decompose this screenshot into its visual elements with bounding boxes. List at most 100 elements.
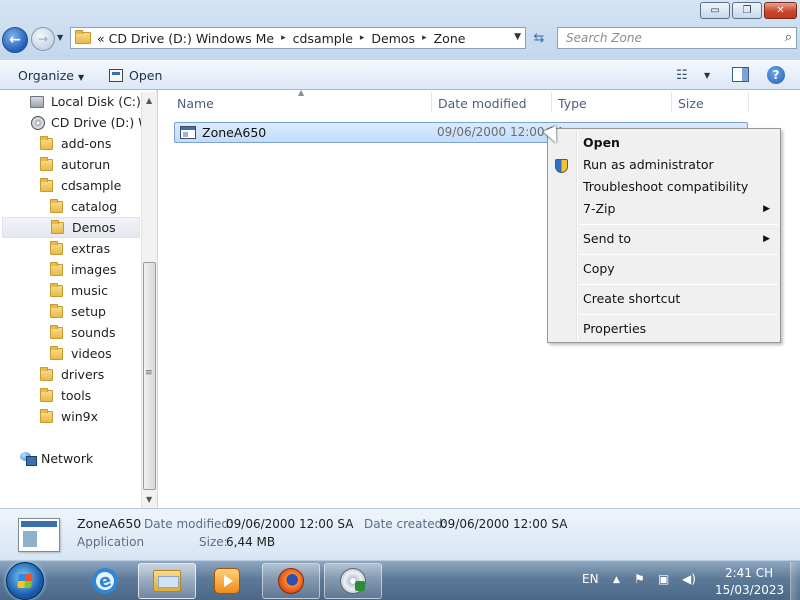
windows-explorer-icon [153,570,181,592]
nav-local-disk[interactable]: Local Disk (C:) [30,91,141,112]
cd-drive-icon [31,115,45,130]
volume-icon[interactable]: ◀) [682,572,696,586]
refresh-icon: ⇆ [533,30,545,46]
hard-disk-icon [30,95,44,108]
nav-network[interactable]: Network [20,448,93,469]
nav-sounds[interactable]: sounds [50,322,115,343]
column-header-name[interactable]: Name [177,96,214,111]
address-bar[interactable]: « CD Drive (D:) Windows Me ▸ cdsample ▸ … [70,27,526,49]
open-button[interactable]: Open [109,68,162,83]
menu-item-7-zip[interactable]: 7-Zip [583,201,615,216]
breadcrumb-cdsample[interactable]: cdsample [293,31,353,46]
nav-images[interactable]: images [50,259,116,280]
column-header-date[interactable]: Date modified [438,96,527,111]
clock-time[interactable]: 2:41 CH [725,566,773,580]
start-button[interactable] [6,562,44,600]
preview-pane-button[interactable] [732,67,749,82]
nav-add-ons[interactable]: add-ons [40,133,111,154]
menu-separator [579,254,778,255]
column-divider[interactable] [551,92,552,112]
internet-explorer-icon: e [89,565,121,597]
help-button[interactable]: ? [767,66,785,84]
close-button[interactable]: ✕ [764,2,797,19]
address-history-dropdown[interactable]: ▼ [514,32,521,42]
column-divider[interactable] [748,92,749,112]
refresh-button[interactable]: ⇆ [528,27,550,49]
taskbar-internet-explorer[interactable]: e [76,563,134,599]
column-header-size[interactable]: Size [678,96,704,111]
taskbar-setup[interactable] [324,563,382,599]
nav-drivers[interactable]: drivers [40,364,104,385]
nav-demos[interactable]: Demos [2,217,140,238]
back-button[interactable]: ← [2,27,28,53]
nav-label: images [71,262,117,277]
breadcrumb-cd-drive[interactable]: CD Drive (D:) Windows Me [109,31,274,46]
forward-button[interactable]: → [31,27,55,51]
chevron-right-icon[interactable]: ▸ [360,33,365,43]
organize-menu[interactable]: Organize ▼ [18,68,84,83]
show-hidden-icons-button[interactable]: ▲ [613,575,620,585]
column-divider[interactable] [671,92,672,112]
nav-tools[interactable]: tools [40,385,91,406]
clock-date[interactable]: 15/03/2023 [715,583,784,597]
organize-label: Organize [18,68,74,83]
details-size-label: Size: [199,535,228,549]
maximize-button[interactable]: ❐ [732,2,762,19]
chevron-right-icon[interactable]: ▸ [422,33,427,43]
details-pane: ZoneA650 Application Date modified: 09/0… [0,508,800,560]
chevron-right-icon[interactable]: ▸ [281,33,286,43]
taskbar-media-player[interactable] [198,563,256,599]
nav-win9x[interactable]: win9x [40,406,98,427]
action-center-flag-icon[interactable]: ⚑ [634,572,645,586]
nav-music[interactable]: music [50,280,108,301]
nav-label: autorun [61,157,111,172]
breadcrumb-demos[interactable]: Demos [371,31,415,46]
menu-item-send-to[interactable]: Send to [583,231,631,246]
navigation-pane: Local Disk (C:) CD Drive (D:) Windows Me… [0,90,157,508]
search-icon[interactable]: ⌕ [785,30,792,45]
taskbar-firefox[interactable] [262,563,320,599]
folder-icon [75,30,91,44]
nav-setup[interactable]: setup [50,301,106,322]
menu-separator [579,224,778,225]
help-icon: ? [772,68,780,82]
folder-icon [50,324,63,339]
minimize-button[interactable]: ▭ [700,2,730,19]
nav-label: sounds [71,325,116,340]
firefox-icon [278,568,304,594]
menu-item-create-shortcut[interactable]: Create shortcut [583,291,680,306]
nav-cdsample[interactable]: cdsample [40,175,121,196]
nav-label: tools [61,388,92,403]
menu-item-copy[interactable]: Copy [583,261,615,276]
breadcrumb-overflow[interactable]: « [97,31,105,46]
language-indicator[interactable]: EN [582,572,599,586]
restore-icon: ❐ [742,5,752,16]
network-tray-icon[interactable]: ▣ [658,572,669,586]
details-size: 6,44 MB [226,535,276,549]
scroll-up-icon[interactable]: ▲ [146,96,152,105]
nav-scrollbar[interactable]: ▲ ≡ ▼ [141,92,157,508]
recent-pages-dropdown[interactable]: ▼ [57,33,63,42]
scroll-down-icon[interactable]: ▼ [146,495,152,504]
column-divider[interactable] [431,92,432,112]
show-desktop-button[interactable] [790,562,800,600]
folder-icon [50,261,63,276]
taskbar-windows-explorer[interactable] [138,563,196,599]
nav-autorun[interactable]: autorun [40,154,110,175]
menu-item-open[interactable]: Open [583,135,620,150]
column-header-type[interactable]: Type [558,96,587,111]
menu-item-troubleshoot-compatibility[interactable]: Troubleshoot compatibility [583,179,748,194]
breadcrumb-zone[interactable]: Zone [434,31,466,46]
view-options-dropdown[interactable]: ▼ [704,71,710,80]
menu-item-run-as-administrator[interactable]: Run as administrator [583,157,714,172]
menu-item-properties[interactable]: Properties [583,321,646,336]
nav-cd-drive[interactable]: CD Drive (D:) Windows Me [31,112,141,133]
change-view-button[interactable]: ☷ [676,68,688,83]
folder-icon [40,366,53,381]
search-placeholder: Search Zone [566,31,642,45]
folder-icon [50,345,63,360]
nav-extras[interactable]: extras [50,238,110,259]
nav-videos[interactable]: videos [50,343,112,364]
nav-catalog[interactable]: catalog [50,196,117,217]
search-input[interactable]: Search Zone ⌕ [557,27,797,49]
